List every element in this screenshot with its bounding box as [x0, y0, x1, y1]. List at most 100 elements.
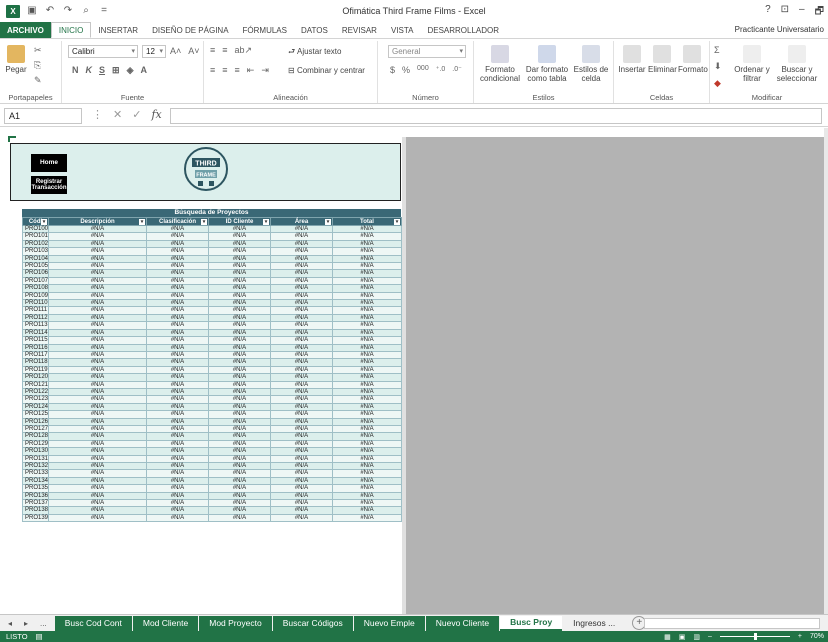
cell-id-cliente[interactable]: #N/A: [208, 299, 271, 308]
table-row[interactable]: PRO128 #N/A #N/A #N/A #N/A #N/A: [22, 432, 402, 441]
cell-area[interactable]: #N/A: [270, 306, 333, 315]
cell-descripcion[interactable]: #N/A: [48, 291, 147, 301]
cell-clasificacion[interactable]: #N/A: [146, 373, 209, 382]
macro-record-icon[interactable]: ▤: [36, 632, 43, 641]
cell-codigo[interactable]: PRO123: [22, 395, 49, 404]
cell-codigo[interactable]: PRO121: [22, 380, 49, 389]
cell-descripcion[interactable]: #N/A: [48, 276, 147, 286]
cell-id-cliente[interactable]: #N/A: [208, 313, 271, 323]
align-right-icon[interactable]: ≡: [235, 65, 240, 76]
cell-clasificacion[interactable]: #N/A: [146, 276, 209, 286]
cell-total[interactable]: #N/A: [332, 247, 402, 256]
formula-input[interactable]: [170, 108, 822, 124]
cell-total[interactable]: #N/A: [332, 513, 402, 523]
cell-total[interactable]: #N/A: [332, 269, 402, 278]
table-row[interactable]: PRO135 #N/A #N/A #N/A #N/A #N/A: [22, 484, 402, 493]
cell-id-cliente[interactable]: #N/A: [208, 432, 271, 441]
cell-total[interactable]: #N/A: [332, 224, 402, 234]
insert-cells-button[interactable]: Insertar: [618, 45, 646, 74]
cell-area[interactable]: #N/A: [270, 373, 333, 382]
cell-total[interactable]: #N/A: [332, 328, 402, 338]
increase-decimal-icon[interactable]: ⁺.0: [436, 65, 446, 75]
more-sheets-left[interactable]: ...: [40, 619, 47, 628]
cut-icon[interactable]: ✂: [34, 45, 42, 56]
cell-id-cliente[interactable]: #N/A: [208, 402, 271, 412]
cell-codigo[interactable]: PRO103: [22, 247, 49, 256]
cell-descripcion[interactable]: #N/A: [48, 239, 147, 249]
zoom-in-icon[interactable]: +: [798, 633, 802, 640]
filter-dropdown-icon[interactable]: ▾: [201, 219, 207, 225]
cell-descripcion[interactable]: #N/A: [48, 343, 147, 352]
cell-area[interactable]: #N/A: [270, 239, 333, 249]
cell-area[interactable]: #N/A: [270, 447, 333, 456]
cell-codigo[interactable]: PRO132: [22, 461, 49, 471]
cell-codigo[interactable]: PRO120: [22, 373, 49, 382]
cell-descripcion[interactable]: #N/A: [48, 380, 147, 389]
cell-area[interactable]: #N/A: [270, 254, 333, 264]
cell-total[interactable]: #N/A: [332, 410, 402, 419]
cell-id-cliente[interactable]: #N/A: [208, 424, 271, 434]
table-row[interactable]: PRO109 #N/A #N/A #N/A #N/A #N/A: [22, 291, 402, 301]
cancel-icon[interactable]: ✕: [113, 108, 122, 121]
tab-datos[interactable]: DATOS: [294, 22, 335, 38]
cell-descripcion[interactable]: #N/A: [48, 373, 147, 382]
cell-area[interactable]: #N/A: [270, 395, 333, 404]
cell-id-cliente[interactable]: #N/A: [208, 380, 271, 389]
orientation-icon[interactable]: ab↗: [235, 45, 253, 56]
cell-area[interactable]: #N/A: [270, 484, 333, 493]
cell-id-cliente[interactable]: #N/A: [208, 269, 271, 278]
cell-descripcion[interactable]: #N/A: [48, 484, 147, 493]
tab-diseno-pagina[interactable]: DISEÑO DE PÁGINA: [145, 22, 235, 38]
cell-clasificacion[interactable]: #N/A: [146, 247, 209, 256]
align-top-icon[interactable]: ≡: [210, 45, 215, 56]
filter-dropdown-icon[interactable]: ▾: [41, 219, 47, 225]
table-row[interactable]: PRO108 #N/A #N/A #N/A #N/A #N/A: [22, 284, 402, 293]
sheet-tab-busc-cod-cont[interactable]: Busc Cod Cont: [54, 615, 132, 631]
align-middle-icon[interactable]: ≡: [222, 45, 227, 56]
print-preview-icon[interactable]: ⌕: [80, 5, 92, 17]
cell-codigo[interactable]: PRO138: [22, 506, 49, 515]
cell-id-cliente[interactable]: #N/A: [208, 239, 271, 249]
vertical-scrollbar[interactable]: [824, 128, 828, 614]
help-button[interactable]: ?: [765, 4, 771, 21]
cell-clasificacion[interactable]: #N/A: [146, 239, 209, 249]
cell-clasificacion[interactable]: #N/A: [146, 306, 209, 315]
cell-clasificacion[interactable]: #N/A: [146, 380, 209, 389]
cell-area[interactable]: #N/A: [270, 439, 333, 449]
horizontal-scrollbar[interactable]: [644, 618, 820, 629]
cell-area[interactable]: #N/A: [270, 262, 333, 271]
cell-area[interactable]: #N/A: [270, 410, 333, 419]
cell-area[interactable]: #N/A: [270, 358, 333, 367]
cell-id-cliente[interactable]: #N/A: [208, 410, 271, 419]
cell-total[interactable]: #N/A: [332, 439, 402, 449]
cell-id-cliente[interactable]: #N/A: [208, 254, 271, 264]
table-row[interactable]: PRO101 #N/A #N/A #N/A #N/A #N/A: [22, 232, 402, 241]
cell-descripcion[interactable]: #N/A: [48, 461, 147, 471]
cell-area[interactable]: #N/A: [270, 291, 333, 301]
cell-clasificacion[interactable]: #N/A: [146, 269, 209, 278]
cell-total[interactable]: #N/A: [332, 299, 402, 308]
cell-id-cliente[interactable]: #N/A: [208, 262, 271, 271]
cell-descripcion[interactable]: #N/A: [48, 417, 147, 426]
table-row[interactable]: PRO106 #N/A #N/A #N/A #N/A #N/A: [22, 269, 402, 278]
cell-total[interactable]: #N/A: [332, 313, 402, 323]
cell-descripcion[interactable]: #N/A: [48, 358, 147, 367]
cell-codigo[interactable]: PRO117: [22, 350, 49, 360]
cell-codigo[interactable]: PRO100: [22, 224, 49, 234]
delete-cells-button[interactable]: Eliminar: [648, 45, 677, 74]
filter-dropdown-icon[interactable]: ▾: [325, 219, 331, 225]
cell-codigo[interactable]: PRO124: [22, 402, 49, 412]
paste-button[interactable]: Pegar: [4, 45, 28, 74]
currency-button[interactable]: $: [390, 65, 395, 75]
cell-clasificacion[interactable]: #N/A: [146, 402, 209, 412]
cell-clasificacion[interactable]: #N/A: [146, 321, 209, 330]
percent-button[interactable]: %: [402, 65, 410, 75]
cell-area[interactable]: #N/A: [270, 499, 333, 508]
table-row[interactable]: PRO139 #N/A #N/A #N/A #N/A #N/A: [22, 513, 402, 523]
table-row[interactable]: PRO118 #N/A #N/A #N/A #N/A #N/A: [22, 358, 402, 367]
cell-descripcion[interactable]: #N/A: [48, 447, 147, 456]
grow-font-icon[interactable]: A˄: [170, 46, 181, 56]
page-break-view-icon[interactable]: ▥: [693, 633, 700, 641]
header-id-cliente[interactable]: ID Cliente ▾: [208, 217, 271, 226]
cell-area[interactable]: #N/A: [270, 313, 333, 323]
